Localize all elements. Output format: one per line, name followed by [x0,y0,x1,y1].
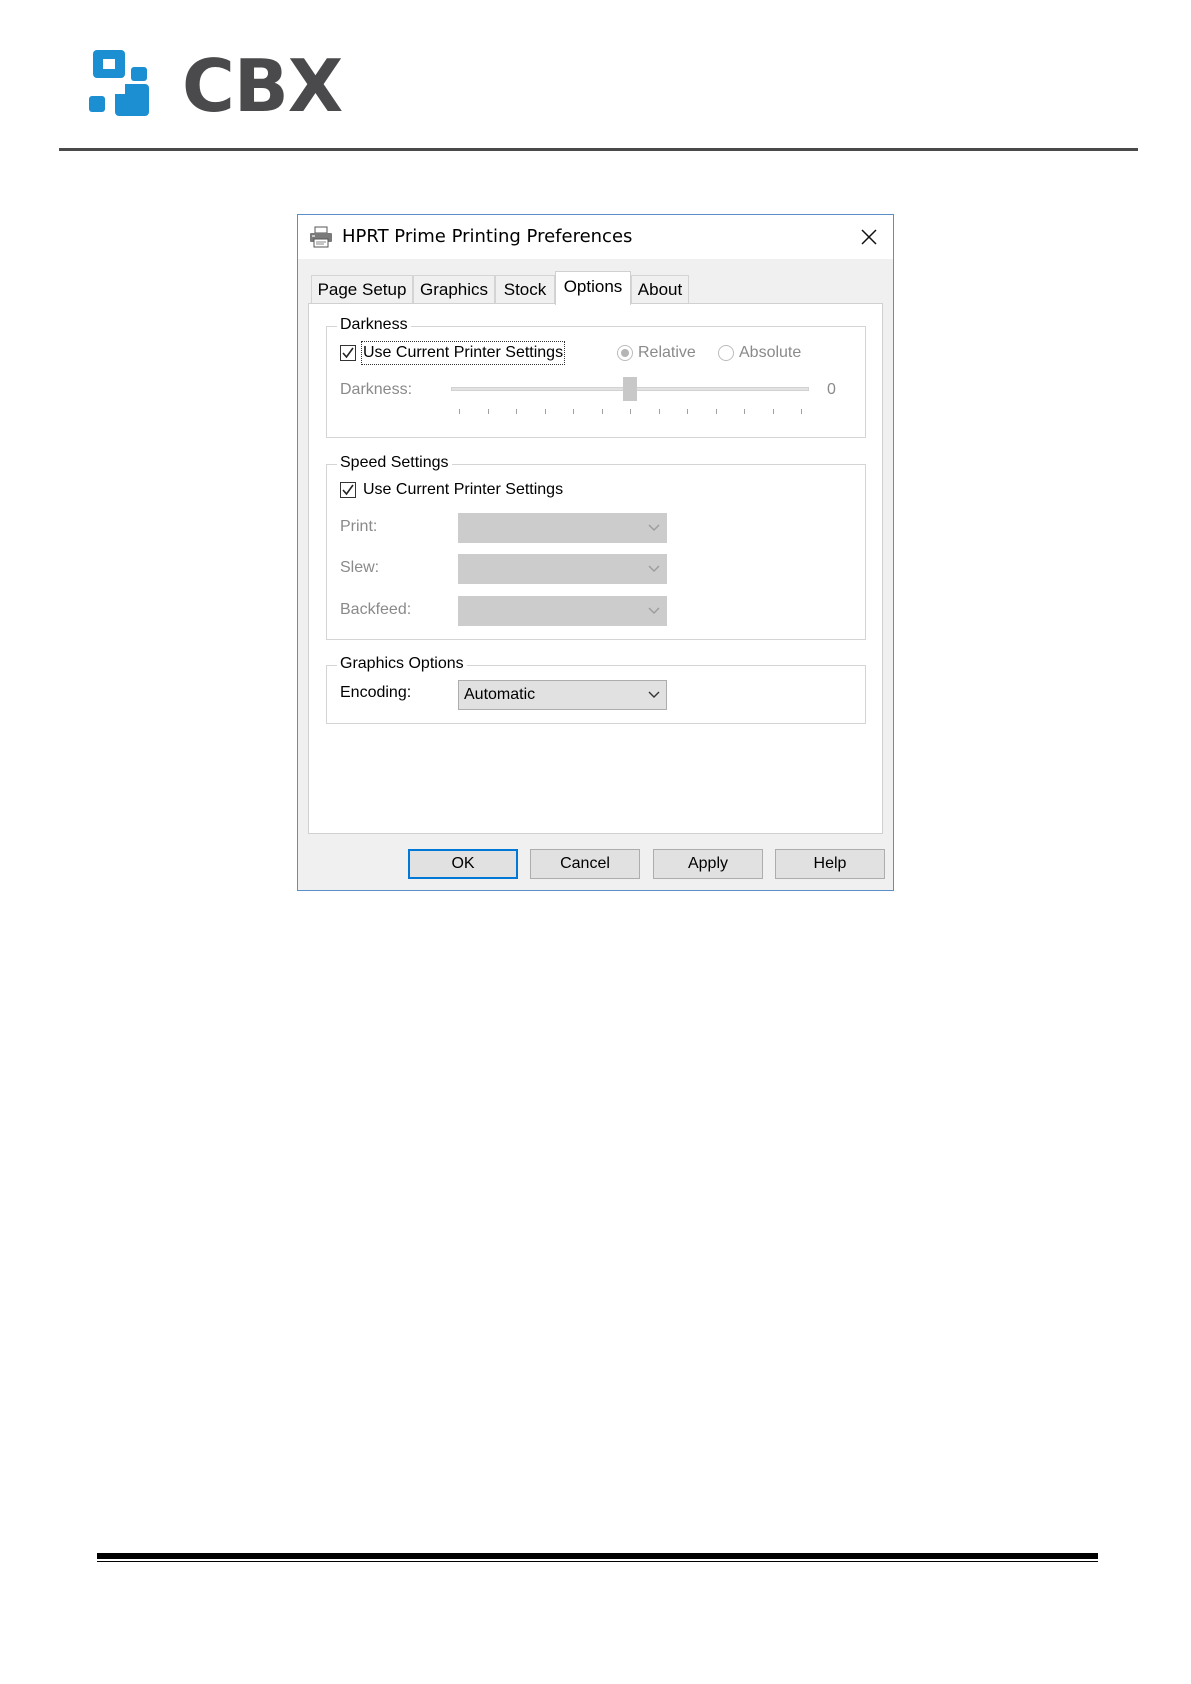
relative-radio[interactable] [617,345,633,361]
slider-tick [487,409,489,414]
tab-about[interactable]: About [631,275,689,303]
encoding-label: Encoding: [340,684,412,701]
speed-group-label: Speed Settings [337,453,452,473]
printing-preferences-dialog: HPRT Prime Printing Preferences Page Set… [297,214,894,891]
print-speed-label: Print: [340,518,378,535]
relative-label: Relative [638,344,696,361]
speed-use-current-label[interactable]: Use Current Printer Settings [363,480,563,500]
slider-tick [573,409,574,414]
slider-tick [801,409,802,414]
slider-tick [687,409,688,414]
footer-divider [97,1553,1098,1559]
tab-graphics[interactable]: Graphics [413,275,495,303]
absolute-radio[interactable] [718,345,734,361]
footer-divider-thin [97,1561,1098,1562]
absolute-label: Absolute [739,344,802,361]
apply-button[interactable]: Apply [653,849,763,879]
close-button[interactable] [851,219,887,255]
darkness-value: 0 [827,381,836,398]
checkmark-icon [342,347,354,359]
slider-tick [715,409,717,414]
options-panel: Darkness Use Current Printer Settings Re… [308,303,883,834]
chevron-down-icon [648,524,660,531]
darkness-slider-thumb[interactable] [623,377,637,401]
encoding-value: Automatic [464,686,536,703]
chevron-down-icon [648,565,660,572]
title-bar[interactable]: HPRT Prime Printing Preferences [298,215,893,259]
darkness-use-current-label[interactable]: Use Current Printer Settings [360,341,566,365]
slider-tick [459,409,460,414]
chevron-down-icon [648,607,660,614]
chevron-down-icon [648,691,660,698]
slider-tick [772,409,774,414]
tab-options[interactable]: Options [555,271,631,305]
slider-tick [601,409,603,414]
darkness-slider-label: Darkness: [340,381,413,398]
graphics-options-group: Graphics Options Encoding: Automatic [326,654,866,724]
slider-tick [544,409,546,414]
speed-settings-group: Speed Settings Use Current Printer Setti… [326,453,866,640]
help-button[interactable]: Help [775,849,885,879]
tab-page-setup[interactable]: Page Setup [311,275,413,303]
backfeed-speed-select[interactable] [458,596,667,626]
close-icon [861,229,877,245]
encoding-select[interactable]: Automatic [458,680,667,710]
header-divider [59,148,1138,151]
darkness-group-label: Darkness [337,315,411,335]
graphics-group-label: Graphics Options [337,654,467,674]
checkmark-icon [342,484,354,496]
printer-icon [310,226,332,248]
backfeed-speed-label: Backfeed: [340,601,412,618]
slider-tick [630,409,631,414]
darkness-group: Darkness Use Current Printer Settings Re… [326,315,866,438]
speed-use-current-checkbox[interactable] [340,482,356,498]
slew-speed-select[interactable] [458,554,667,584]
company-logo-text: CBX [182,44,343,128]
slider-tick [516,409,517,414]
tab-stock[interactable]: Stock [495,275,555,303]
slider-tick [744,409,745,414]
cbx-logo-mark [89,50,149,116]
dialog-title: HPRT Prime Printing Preferences [342,226,633,247]
cancel-button[interactable]: Cancel [530,849,640,879]
slider-tick [658,409,660,414]
ok-button[interactable]: OK [408,849,518,879]
slew-speed-label: Slew: [340,559,380,576]
print-speed-select[interactable] [458,513,667,543]
darkness-use-current-checkbox[interactable] [340,345,356,361]
